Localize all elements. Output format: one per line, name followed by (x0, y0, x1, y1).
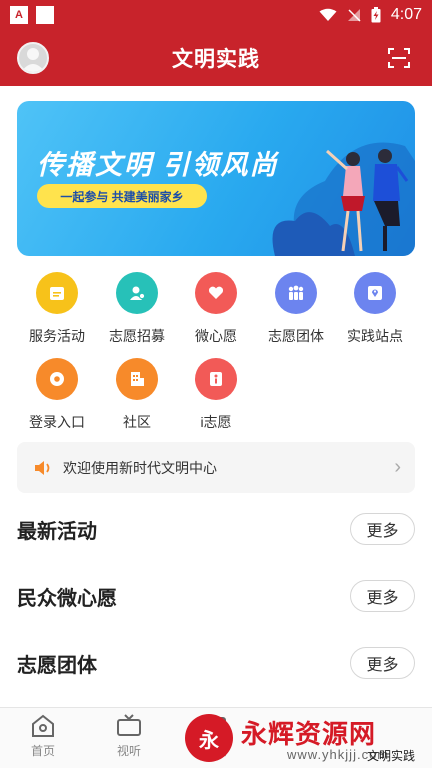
more-button-activities[interactable]: 更多 (350, 513, 415, 545)
more-button-wishes[interactable]: 更多 (350, 580, 415, 612)
i-volunteer-icon (195, 358, 237, 400)
login-icon (36, 358, 78, 400)
building-icon (116, 358, 158, 400)
app-header: 文明实践 (0, 30, 432, 86)
banner-illustration (272, 142, 415, 256)
watermark-logo: 永 (185, 714, 233, 762)
grid-item-micro-wish[interactable]: 微心愿 (176, 272, 256, 346)
grid-item-label: i志愿 (200, 414, 232, 430)
user-avatar-icon (21, 48, 45, 72)
scan-icon[interactable] (388, 47, 410, 69)
grid-item-i-volunteer[interactable]: i志愿 (176, 358, 256, 432)
banner-tagline: 一起参与 共建美丽家乡 (37, 184, 207, 208)
wifi-icon (319, 8, 337, 21)
section-title: 民众微心愿 (17, 587, 117, 610)
tab-home[interactable]: 首页 (8, 714, 78, 759)
chevron-right-icon: › (394, 456, 401, 478)
notice-text: 欢迎使用新时代文明中心 (63, 459, 217, 476)
section-latest-activities: 最新活动 更多 (17, 512, 415, 546)
section-title: 志愿团体 (17, 654, 97, 677)
status-time: 4:07 (390, 6, 422, 23)
group-icon (275, 272, 317, 314)
grid-item-volunteer-group[interactable]: 志愿团体 (256, 272, 336, 346)
watermark: 永 永辉资源网 www.yhkjjj.com 文明实践 (183, 714, 432, 768)
app-notification-icon: A (10, 6, 28, 24)
watermark-title: 永辉资源网 (241, 719, 377, 749)
page-title: 文明实践 (172, 48, 260, 71)
grid-item-label: 服务活动 (29, 328, 85, 344)
grid-item-service-activity[interactable]: 服务活动 (17, 272, 97, 346)
calendar-icon (36, 272, 78, 314)
grid-item-label: 志愿招募 (109, 328, 165, 344)
no-signal-icon (347, 9, 361, 22)
notification-square-icon (36, 6, 54, 24)
speaker-icon (35, 460, 50, 475)
avatar[interactable] (17, 42, 49, 74)
grid-item-volunteer-recruit[interactable]: 志愿招募 (97, 272, 177, 346)
section-volunteer-groups: 志愿团体 更多 (17, 646, 415, 680)
grid-item-label: 实践站点 (347, 328, 403, 344)
heart-icon (195, 272, 237, 314)
notice-bar[interactable]: 欢迎使用新时代文明中心 › (17, 442, 415, 493)
status-bar: A 4:07 (0, 0, 432, 30)
tab-practice-label[interactable]: 文明实践 (367, 747, 415, 764)
home-icon (32, 714, 54, 737)
section-title: 最新活动 (17, 520, 97, 543)
grid-item-community[interactable]: 社区 (97, 358, 177, 432)
grid-item-label: 社区 (123, 414, 151, 430)
tab-video[interactable]: 视听 (94, 714, 164, 759)
banner[interactable]: 传播文明 引领风尚 一起参与 共建美丽家乡 (17, 101, 415, 256)
grid-item-label: 登录入口 (29, 414, 85, 430)
grid-item-practice-site[interactable]: 实践站点 (335, 272, 415, 346)
tv-icon (117, 714, 141, 736)
more-button-groups[interactable]: 更多 (350, 647, 415, 679)
battery-charging-icon (371, 7, 381, 23)
tab-label: 首页 (30, 744, 55, 758)
location-pin-icon (354, 272, 396, 314)
section-public-wishes: 民众微心愿 更多 (17, 579, 415, 613)
grid-item-login[interactable]: 登录入口 (17, 358, 97, 432)
tab-label: 视听 (116, 744, 141, 758)
volunteer-person-icon (116, 272, 158, 314)
grid-item-label: 微心愿 (195, 328, 237, 344)
grid-item-label: 志愿团体 (268, 328, 324, 344)
